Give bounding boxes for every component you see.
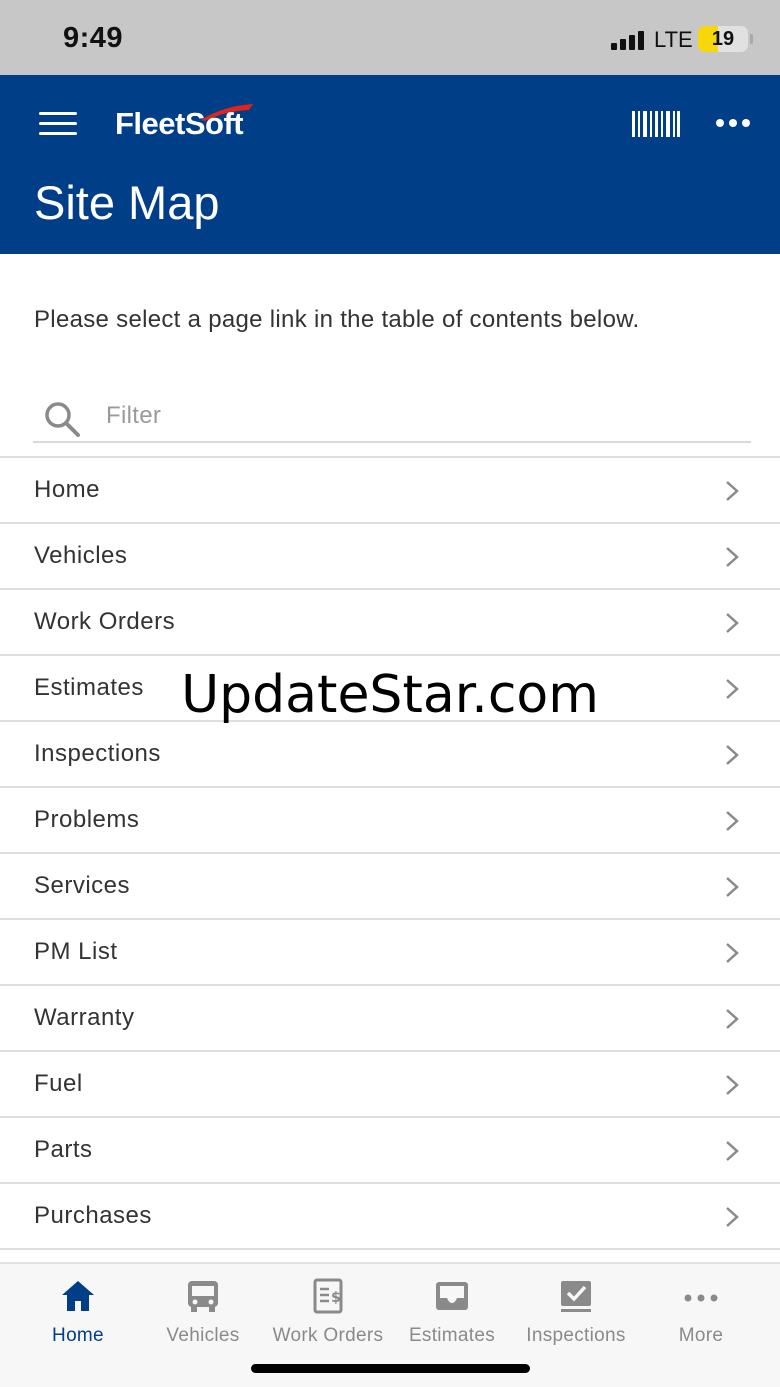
signal-icon (611, 30, 647, 50)
list-item-label: Estimates (34, 674, 144, 701)
chevron-right-icon (726, 1141, 739, 1161)
list-item-parts[interactable]: Parts (0, 1118, 780, 1184)
checklist-icon (561, 1281, 591, 1312)
list-item-problems[interactable]: Problems (0, 788, 780, 854)
list-item-label: Warranty (34, 1004, 135, 1031)
filter-input[interactable] (106, 396, 706, 436)
list-item-inspections[interactable]: Inspections (0, 722, 780, 788)
list-item-fuel[interactable]: Fuel (0, 1052, 780, 1118)
svg-text:$: $ (331, 1290, 341, 1306)
tab-home[interactable]: Home (13, 1264, 143, 1387)
site-map-list: Home Vehicles Work Orders Estimates Inspecti… (0, 456, 780, 1250)
tab-vehicles[interactable]: Vehicles (138, 1264, 268, 1387)
list-item-label: Fuel (34, 1070, 83, 1097)
filter-field[interactable] (33, 390, 751, 443)
list-item-warranty[interactable]: Warranty (0, 986, 780, 1052)
list-item-label: Work Orders (34, 608, 176, 635)
home-indicator (251, 1364, 530, 1373)
chevron-right-icon (726, 481, 739, 501)
intro-text: Please select a page link in the table o… (34, 306, 640, 333)
list-item-label: Parts (34, 1136, 93, 1163)
tab-label: Inspections (526, 1325, 626, 1346)
chevron-right-icon (726, 1009, 739, 1029)
chevron-right-icon (726, 745, 739, 765)
more-icon (684, 1294, 718, 1302)
tab-label: More (678, 1325, 724, 1346)
overflow-menu-icon[interactable] (716, 119, 752, 129)
chevron-right-icon (726, 1207, 739, 1227)
list-item-pm-list[interactable]: PM List (0, 920, 780, 986)
chevron-right-icon (726, 943, 739, 963)
menu-icon[interactable] (39, 112, 77, 136)
list-item-label: Problems (34, 806, 140, 833)
tab-label: Home (52, 1325, 104, 1346)
work-order-icon: $ (313, 1278, 343, 1314)
chevron-right-icon (726, 877, 739, 897)
list-item-label: PM List (34, 938, 118, 965)
tab-more[interactable]: More (636, 1264, 766, 1387)
chevron-right-icon (726, 811, 739, 831)
list-item-work-orders[interactable]: Work Orders (0, 590, 780, 656)
chevron-right-icon (726, 679, 739, 699)
chevron-right-icon (726, 547, 739, 567)
fleetsoft-logo: FleetSoft (115, 102, 265, 146)
list-item-label: Services (34, 872, 131, 899)
bus-icon (188, 1281, 218, 1312)
network-label: LTE (654, 27, 693, 52)
list-item-services[interactable]: Services (0, 854, 780, 920)
search-icon (45, 402, 80, 437)
status-bar: 9:49 LTE 19 (0, 0, 780, 75)
list-item-label: Purchases (34, 1202, 152, 1229)
inbox-icon (436, 1282, 468, 1310)
status-time: 9:49 (63, 22, 124, 54)
list-item-label: Vehicles (34, 542, 128, 569)
list-item-vehicles[interactable]: Vehicles (0, 524, 780, 590)
tab-label: Vehicles (166, 1325, 240, 1346)
battery-icon: 19 (698, 26, 748, 52)
chevron-right-icon (726, 1075, 739, 1095)
list-item-home[interactable]: Home (0, 458, 780, 524)
tab-label: Estimates (408, 1325, 496, 1346)
barcode-scan-icon[interactable] (632, 111, 680, 137)
page-title: Site Map (34, 176, 220, 229)
chevron-right-icon (726, 613, 739, 633)
logo-text: FleetSoft (115, 106, 244, 141)
list-item-label: Home (34, 476, 101, 503)
tab-inspections[interactable]: Inspections (511, 1264, 641, 1387)
list-item-purchases[interactable]: Purchases (0, 1184, 780, 1250)
list-item-label: Inspections (34, 740, 161, 767)
tab-label: Work Orders (272, 1325, 384, 1346)
list-item-estimates[interactable]: Estimates (0, 656, 780, 722)
app-header: FleetSoft Site Map (0, 75, 780, 254)
home-icon (62, 1281, 94, 1311)
battery-level: 19 (711, 28, 735, 50)
